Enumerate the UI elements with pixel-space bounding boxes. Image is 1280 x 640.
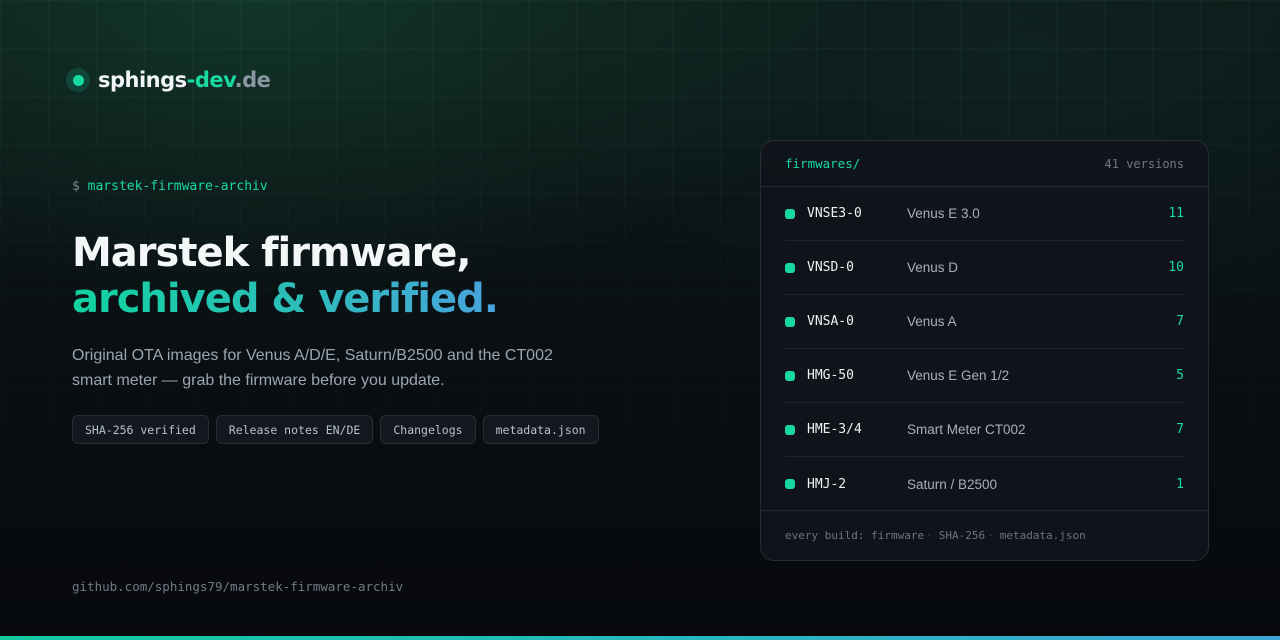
model-code: HMG-50 <box>807 368 854 383</box>
feature-tags: SHA-256 verified Release notes EN/DE Cha… <box>72 415 599 444</box>
footer-separator: · <box>987 529 994 542</box>
tag-sha256: SHA-256 verified <box>72 415 209 444</box>
status-dot-icon <box>66 68 90 92</box>
status-dot-icon <box>785 370 795 381</box>
brand-logo[interactable]: sphings-dev.de <box>66 68 271 92</box>
model-code: VNSE3-0 <box>807 206 862 221</box>
footer-item-metadata: metadata.json <box>999 529 1086 542</box>
footer-separator: · <box>926 529 933 542</box>
accent-bar <box>0 636 1280 640</box>
prompt-command: marstek-firmware-archiv <box>87 179 268 194</box>
tag-changelogs: Changelogs <box>380 415 476 444</box>
status-dot-icon <box>785 424 795 435</box>
status-dot-icon <box>785 262 795 273</box>
footer-item-sha256: SHA-256 <box>938 529 986 542</box>
firmware-row-hmg[interactable]: HMG-50 Venus E Gen 1/2 5 <box>785 349 1184 403</box>
version-count: 10 <box>1168 260 1184 275</box>
terminal-prompt: $ marstek-firmware-archiv <box>72 179 268 194</box>
brand-name-part3: .de <box>234 68 271 92</box>
prompt-sign: $ <box>72 179 80 194</box>
model-code: VNSA-0 <box>807 314 854 329</box>
page-title: Marstek firmware, archived & verified. <box>72 230 499 322</box>
model-code: VNSD-0 <box>807 260 854 275</box>
status-dot-icon <box>785 208 795 219</box>
tag-release-notes: Release notes EN/DE <box>215 415 374 444</box>
footer-label: every build: <box>785 529 865 542</box>
firmware-list: VNSE3-0 Venus E 3.0 11 VNSD-0 Venus D 10… <box>761 187 1208 511</box>
firmware-row-vnsd[interactable]: VNSD-0 Venus D 10 <box>785 241 1184 295</box>
version-count: 41 versions <box>1104 156 1184 171</box>
firmware-row-hme[interactable]: HME-3/4 Smart Meter CT002 7 <box>785 403 1184 457</box>
model-code: HME-3/4 <box>807 422 862 437</box>
brand-name-part1: sphings <box>98 68 187 92</box>
version-count: 7 <box>1176 314 1184 329</box>
card-footer: every build: firmware · SHA-256 · metadata.j… <box>761 510 1208 560</box>
status-dot-icon <box>785 479 795 489</box>
description: Original OTA images for Venus A/D/E, Sat… <box>72 347 553 389</box>
repo-link[interactable]: github.com/sphings79/marstek-firmware-ar… <box>72 579 403 594</box>
model-name: Venus D <box>907 260 959 275</box>
card-header: firmwares/ 41 versions <box>761 141 1208 187</box>
firmware-row-vnse3[interactable]: VNSE3-0 Venus E 3.0 11 <box>785 187 1184 241</box>
tag-metadata: metadata.json <box>482 415 599 444</box>
firmware-row-hmj[interactable]: HMJ-2 Saturn / B2500 1 <box>785 457 1184 511</box>
card-title: firmwares/ <box>785 156 861 171</box>
model-name: Venus E 3.0 <box>907 206 980 221</box>
firmware-row-vnsa[interactable]: VNSA-0 Venus A 7 <box>785 295 1184 349</box>
version-count: 1 <box>1176 476 1184 492</box>
model-name: Venus E Gen 1/2 <box>907 368 1010 383</box>
model-name: Venus A <box>907 314 957 329</box>
title-line-2: archived & verified. <box>72 276 499 322</box>
model-name: Saturn / B2500 <box>907 476 998 492</box>
version-count: 11 <box>1168 206 1184 221</box>
brand-name-part2: -dev <box>186 68 235 92</box>
model-code: HMJ-2 <box>807 476 847 492</box>
version-count: 7 <box>1176 422 1184 437</box>
version-count: 5 <box>1176 368 1184 383</box>
brand-name: sphings-dev.de <box>98 68 271 92</box>
model-name: Smart Meter CT002 <box>907 422 1026 437</box>
footer-item-firmware: firmware <box>871 529 925 542</box>
status-dot-icon <box>785 316 795 327</box>
firmware-card: firmwares/ 41 versions VNSE3-0 Venus E 3… <box>760 140 1209 561</box>
title-line-1: Marstek firmware, <box>72 230 472 276</box>
